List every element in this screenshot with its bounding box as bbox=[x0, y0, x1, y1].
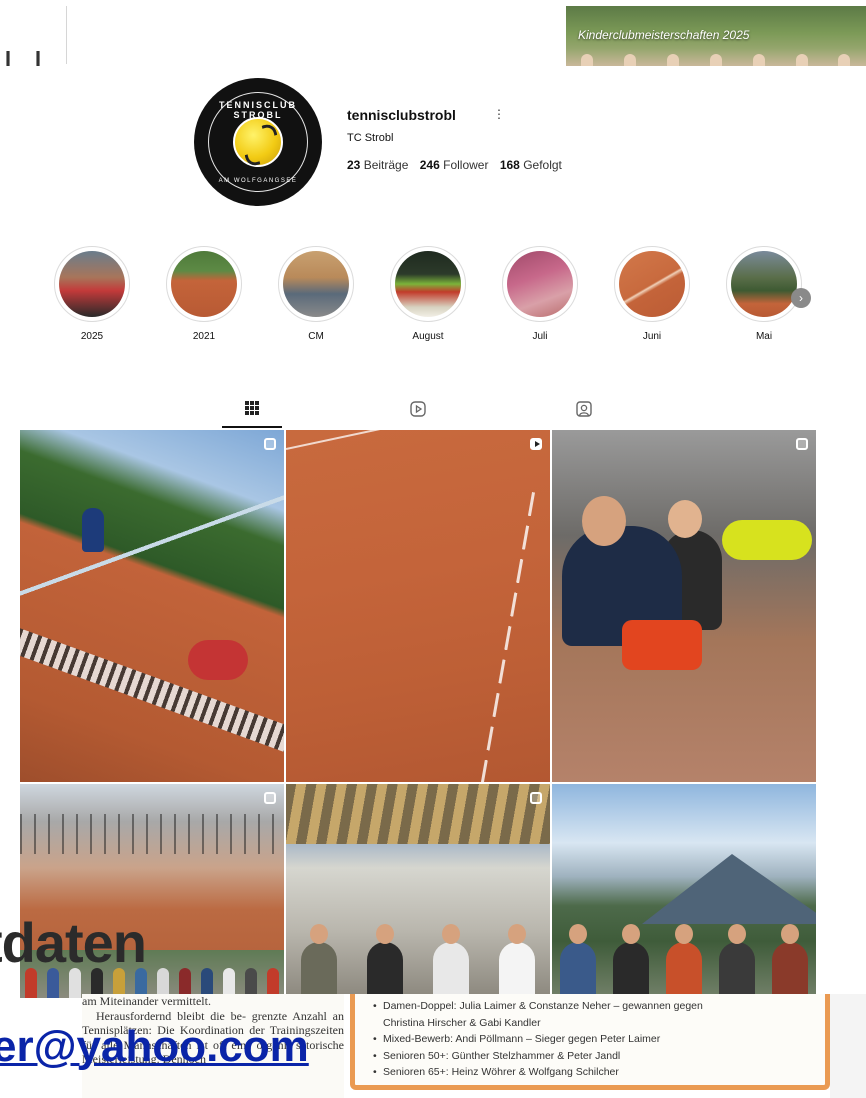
posts-grid-icon bbox=[245, 401, 259, 415]
followers-count: 246 bbox=[419, 158, 440, 172]
post-image bbox=[622, 620, 702, 670]
banner-people bbox=[566, 54, 866, 66]
tab-tagged[interactable] bbox=[554, 396, 614, 428]
highlight-thumbnail[interactable] bbox=[166, 246, 242, 322]
post-tile[interactable] bbox=[552, 430, 816, 782]
list-item-text: Christina Hirscher & Gabi Kandler bbox=[383, 1016, 541, 1029]
highlight-thumbnail[interactable] bbox=[54, 246, 130, 322]
highlight-thumbnail[interactable] bbox=[278, 246, 354, 322]
list-item: • Senioren 50+: Günther Stelzhammer & Pet… bbox=[373, 1049, 621, 1062]
highlight-thumbnail[interactable] bbox=[726, 246, 802, 322]
profile-avatar[interactable]: TENNISCLUB STROBL AM WOLFGANGSEE bbox=[194, 78, 322, 206]
list-item: • Mixed-Bewerb: Andi Pöllmann – Sieger ge… bbox=[373, 1033, 661, 1045]
post-image bbox=[286, 784, 550, 844]
post-image bbox=[722, 520, 812, 560]
post-image bbox=[20, 814, 284, 854]
list-item-text: Senioren 50+: Günther Stelzhammer & Pete… bbox=[383, 1049, 621, 1062]
tennis-ball-logo bbox=[233, 117, 283, 167]
reels-icon bbox=[410, 401, 426, 417]
post-image bbox=[642, 854, 816, 924]
highlight-label: Mai bbox=[755, 331, 773, 342]
post-image bbox=[82, 508, 104, 552]
divider bbox=[66, 6, 67, 64]
list-item: • Senioren 65+: Heinz Wöhrer & Wolfgang S… bbox=[373, 1066, 619, 1078]
list-item: • Damen-Doppel: Julia Laimer & Constanze … bbox=[373, 1000, 703, 1012]
posts-label: Beiträge bbox=[363, 158, 409, 172]
highlight-label: 2021 bbox=[192, 331, 216, 342]
top-banner-image: Kinderclubmeisterschaften 2025 bbox=[566, 6, 866, 66]
highlight-august[interactable]: August bbox=[388, 246, 468, 342]
following-count: 168 bbox=[499, 158, 520, 172]
tagged-icon bbox=[576, 401, 592, 417]
highlight-thumbnail[interactable] bbox=[502, 246, 578, 322]
profile-stats: 23 Beiträge 246 Follower 168 Gefolgt bbox=[347, 158, 570, 172]
highlight-label: CM bbox=[308, 331, 324, 342]
tab-reels[interactable] bbox=[388, 396, 448, 428]
overlay-heading-text: tdaten bbox=[0, 911, 147, 974]
logo-bottom-text: AM WOLFGANGSEE bbox=[218, 178, 298, 184]
list-item: Christina Hirscher & Gabi Kandler bbox=[373, 1015, 815, 1032]
profile-display-name: TC Strobl bbox=[347, 132, 394, 144]
post-image bbox=[479, 492, 536, 782]
post-image bbox=[188, 640, 248, 680]
carousel-icon bbox=[796, 438, 808, 450]
highlight-thumbnail[interactable] bbox=[614, 246, 690, 322]
list-item-text: Damen-Doppel: Julia Laimer & Constanze N… bbox=[383, 1000, 703, 1012]
highlight-cm[interactable]: CM bbox=[276, 246, 356, 342]
post-tile[interactable] bbox=[286, 430, 550, 782]
highlight-label: 2025 bbox=[80, 331, 104, 342]
highlight-2021[interactable]: 2021 bbox=[164, 246, 244, 342]
post-image bbox=[552, 924, 816, 994]
post-image bbox=[286, 430, 550, 450]
carousel-icon bbox=[530, 792, 542, 804]
followers-label: Follower bbox=[443, 158, 489, 172]
overlay-heading: tdaten bbox=[0, 910, 200, 974]
post-image bbox=[286, 924, 550, 994]
highlight-thumbnail[interactable] bbox=[390, 246, 466, 322]
top-left-fragment: l l bbox=[0, 0, 70, 66]
post-tile[interactable] bbox=[20, 430, 284, 782]
following-label: Gefolgt bbox=[523, 158, 562, 172]
highlight-label: August bbox=[412, 331, 444, 342]
tab-posts[interactable] bbox=[222, 396, 282, 428]
highlight-juni[interactable]: Juni bbox=[612, 246, 692, 342]
background-panel bbox=[830, 994, 866, 1098]
post-tile[interactable] bbox=[286, 784, 550, 994]
highlight-2025[interactable]: 2025 bbox=[52, 246, 132, 342]
document-paragraph: am Miteinander vermittelt. bbox=[82, 994, 211, 1008]
list-item-text: Mixed-Bewerb: Andi Pöllmann – Sieger geg… bbox=[383, 1033, 661, 1045]
highlight-juli[interactable]: Juli bbox=[500, 246, 580, 342]
top-left-fragment-text: l l bbox=[4, 44, 48, 66]
highlight-label: Juli bbox=[532, 331, 548, 342]
profile-tabs bbox=[20, 396, 816, 430]
carousel-icon bbox=[264, 438, 276, 450]
carousel-icon bbox=[264, 792, 276, 804]
posts-count: 23 bbox=[347, 158, 361, 172]
more-options-icon[interactable]: ⋮ bbox=[493, 107, 505, 123]
email-link[interactable]: er@yahoo.com bbox=[0, 1022, 309, 1072]
highlights-next-icon[interactable]: › bbox=[791, 288, 811, 308]
banner-caption: Kinderclubmeisterschaften 2025 bbox=[578, 28, 750, 42]
profile-username[interactable]: tennisclubstrobl bbox=[347, 107, 456, 123]
results-box: • Damen-Doppel: Julia Laimer & Constanze … bbox=[350, 994, 830, 1090]
post-image bbox=[582, 496, 626, 546]
post-image bbox=[20, 626, 284, 760]
list-item-text: Senioren 65+: Heinz Wöhrer & Wolfgang Sc… bbox=[383, 1066, 619, 1078]
followers-stat[interactable]: 246 Follower bbox=[420, 158, 489, 172]
following-stat[interactable]: 168 Gefolgt bbox=[500, 158, 562, 172]
post-image bbox=[668, 500, 702, 538]
highlight-label: Juni bbox=[642, 331, 662, 342]
posts-stat: 23 Beiträge bbox=[347, 158, 408, 172]
post-tile[interactable] bbox=[552, 784, 816, 994]
reel-icon bbox=[530, 438, 542, 450]
